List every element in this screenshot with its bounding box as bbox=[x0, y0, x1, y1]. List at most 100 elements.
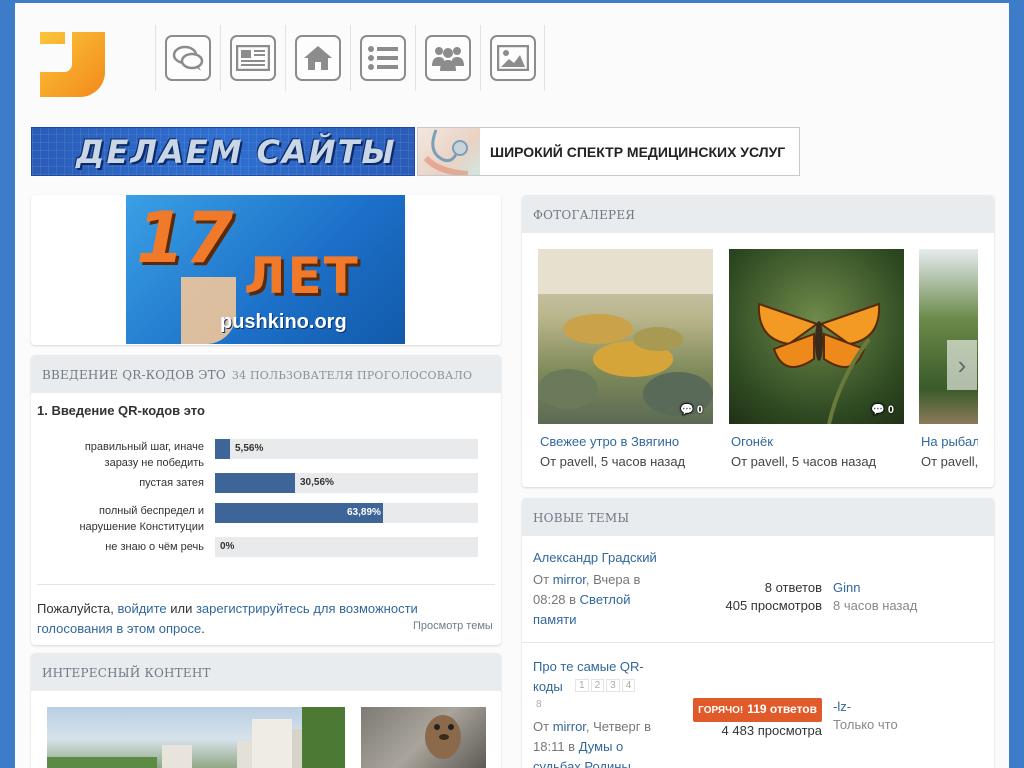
poll-bar-track: 0% bbox=[215, 537, 478, 557]
nav-forum[interactable] bbox=[155, 25, 220, 91]
comment-icon: 💬 bbox=[871, 404, 885, 416]
page-link[interactable]: 1 bbox=[575, 679, 589, 692]
list-icon bbox=[360, 35, 406, 81]
site-logo[interactable] bbox=[40, 32, 105, 97]
topics-header: Новые темы bbox=[522, 498, 994, 536]
topic-replies: 119 ответов bbox=[747, 702, 817, 716]
comment-count-value: 0 bbox=[696, 404, 703, 416]
gallery-carousel: 💬 0 Свежее утро в Звягино От pavell, 5 ч… bbox=[538, 249, 978, 479]
login-link[interactable]: войдите bbox=[117, 601, 166, 616]
hot-badge-label: ГОРЯЧО! bbox=[698, 705, 744, 716]
hot-badge-row: ГОРЯЧО! 119 ответов bbox=[693, 698, 822, 722]
poll-header: Введение QR-кодов это 34 пользователя про… bbox=[31, 355, 501, 393]
topic-meta-from: От bbox=[533, 719, 553, 734]
poll-option-label: пустая затея bbox=[139, 477, 204, 489]
gallery-item-meta: От pavell, bbox=[921, 454, 978, 469]
poll-bar-fill bbox=[215, 439, 230, 459]
poll-login-or: или bbox=[166, 601, 196, 616]
nav-users[interactable] bbox=[415, 25, 480, 91]
last-post-time: 8 часов назад bbox=[833, 598, 918, 613]
nav-list[interactable] bbox=[350, 25, 415, 91]
banner-medical-text: ШИРОКИЙ СПЕКТР МЕДИЦИНСКИХ УСЛУГ bbox=[490, 144, 786, 160]
poll-option-percent: 63,89% bbox=[347, 507, 381, 518]
nav-news[interactable] bbox=[220, 25, 285, 91]
topic-author-link[interactable]: mirror bbox=[553, 572, 586, 587]
topic-meta: От mirror, Четверг в 18:11 в Думы о судь… bbox=[533, 717, 658, 768]
chevron-right-icon: › bbox=[957, 349, 967, 380]
poll-option-label: правильный шаг, иначе заразу не победить bbox=[84, 441, 204, 469]
gallery-item-title[interactable]: Огонёк bbox=[731, 434, 773, 449]
topic-views: 405 просмотров bbox=[725, 598, 822, 613]
page-link[interactable]: 8 bbox=[533, 699, 545, 710]
topic-replies: 8 ответов bbox=[764, 580, 822, 595]
gallery-item-title[interactable]: Свежее утро в Звягино bbox=[540, 434, 679, 449]
view-topic-link[interactable]: Просмотр темы bbox=[413, 620, 493, 632]
poll-option-percent: 5,56% bbox=[235, 443, 264, 454]
gallery-photo[interactable]: 💬 0 bbox=[729, 249, 904, 424]
poll-option-label: полный беспредел и нарушение Конституции bbox=[79, 505, 204, 533]
poll-option-percent: 0% bbox=[220, 541, 235, 552]
interesting-thumb-animal[interactable] bbox=[361, 707, 486, 768]
anniversary-word: ЛЕТ bbox=[244, 247, 360, 305]
topic-stats: 8 ответов 405 просмотров bbox=[725, 579, 822, 615]
stethoscope-image bbox=[418, 128, 480, 175]
anniversary-site: pushkino.org bbox=[220, 311, 347, 333]
poll-login-notice: Пожалуйста, войдите или зарегистрируйтес… bbox=[37, 599, 437, 639]
last-post-time: Только что bbox=[833, 717, 898, 732]
anniversary-banner[interactable]: 17 ЛЕТ pushkino.org bbox=[126, 195, 405, 344]
carousel-next-button[interactable]: › bbox=[947, 340, 977, 390]
comment-count-value: 0 bbox=[887, 404, 894, 416]
page: ДЕЛАЕМ САЙТЫ ШИРОКИЙ СПЕКТР МЕДИЦИНСКИХ … bbox=[15, 3, 1009, 768]
topic-views: 4 483 просмотра bbox=[721, 723, 822, 738]
gallery-photo[interactable] bbox=[919, 249, 978, 424]
poll-header-title: Введение QR-кодов это bbox=[42, 368, 226, 382]
poll-bar-track: 5,56% bbox=[215, 439, 478, 459]
last-poster-link[interactable]: Ginn bbox=[833, 579, 917, 597]
poll-option-label: не знаю о чём речь bbox=[105, 541, 204, 553]
divider bbox=[37, 584, 495, 585]
gallery-item-title[interactable]: На рыбал bbox=[921, 434, 978, 449]
page-link[interactable]: 2 bbox=[590, 679, 605, 692]
topic-pagination: 1234 bbox=[575, 679, 637, 692]
comment-icon: 💬 bbox=[680, 404, 694, 416]
gallery-item[interactable]: На рыбал От pavell, bbox=[919, 249, 978, 469]
chat-icon bbox=[165, 35, 211, 81]
last-poster-link[interactable]: -lz- bbox=[833, 698, 898, 716]
page-link[interactable]: 4 bbox=[621, 679, 636, 692]
poll-login-prefix: Пожалуйста, bbox=[37, 601, 118, 616]
topic-stats: ГОРЯЧО! 119 ответов 4 483 просмотра bbox=[693, 698, 822, 740]
poll-login-suffix: . bbox=[201, 621, 205, 636]
nav-gallery[interactable] bbox=[480, 25, 545, 91]
banner-web-design[interactable]: ДЕЛАЕМ САЙТЫ bbox=[31, 127, 415, 176]
banner-medical[interactable]: ШИРОКИЙ СПЕКТР МЕДИЦИНСКИХ УСЛУГ bbox=[417, 127, 800, 176]
image-icon bbox=[489, 35, 536, 81]
poll-option-percent: 30,56% bbox=[300, 477, 334, 488]
gallery-item-meta: От pavell, 5 часов назад bbox=[731, 454, 877, 469]
users-icon bbox=[425, 35, 471, 81]
poll-header-votes: 34 пользователя проголосовало bbox=[231, 369, 473, 382]
topic-meta-from: От bbox=[533, 572, 553, 587]
poll-question: 1. Введение QR-кодов это bbox=[37, 403, 205, 418]
gallery-item-meta: От pavell, 5 часов назад bbox=[540, 454, 686, 469]
anniversary-number: 17 bbox=[136, 197, 234, 279]
topic-last-post: -lz- Только что bbox=[833, 698, 898, 734]
poll-bar-track: 30,56% bbox=[215, 473, 478, 493]
poll-bar-fill bbox=[215, 473, 295, 493]
interesting-header: Интересный контент bbox=[31, 653, 501, 691]
interesting-thumb-city[interactable] bbox=[47, 707, 345, 768]
gallery-photo[interactable]: 💬 0 bbox=[538, 249, 713, 424]
topic-meta: От mirror, Вчера в 08:28 в Светлой памят… bbox=[533, 570, 653, 630]
nav-home[interactable] bbox=[285, 25, 350, 91]
gallery-item[interactable]: 💬 0 Свежее утро в Звягино От pavell, 5 ч… bbox=[538, 249, 713, 469]
page-link[interactable]: 3 bbox=[606, 679, 620, 692]
topic-pagination-last: 8 bbox=[533, 699, 547, 710]
comment-count: 💬 0 bbox=[680, 403, 703, 416]
topic-author-link[interactable]: mirror bbox=[553, 719, 586, 734]
gallery-item[interactable]: 💬 0 Огонёк От pavell, 5 часов назад bbox=[729, 249, 904, 469]
divider bbox=[522, 642, 994, 643]
topic-title[interactable]: Александр Градский bbox=[533, 550, 657, 565]
comment-count: 💬 0 bbox=[871, 403, 894, 416]
banner-web-text: ДЕЛАЕМ САЙТЫ bbox=[76, 133, 397, 171]
news-icon bbox=[230, 35, 276, 81]
topic-last-post: Ginn 8 часов назад bbox=[833, 579, 917, 615]
